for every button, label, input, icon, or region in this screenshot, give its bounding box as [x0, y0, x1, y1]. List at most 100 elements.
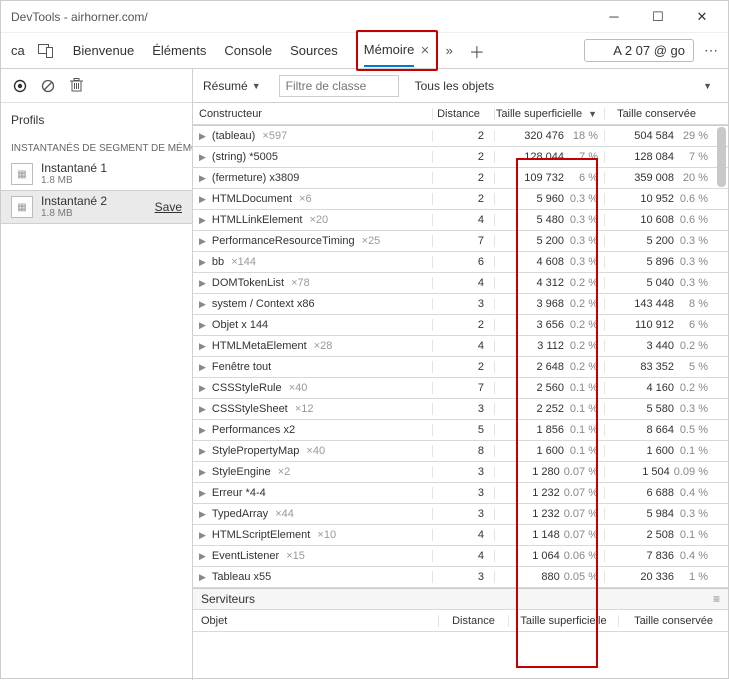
tab-elements[interactable]: Éléments: [152, 35, 206, 66]
add-tab-button[interactable]: ＋: [461, 39, 493, 63]
expand-icon[interactable]: ▶: [199, 320, 206, 331]
table-row[interactable]: ▶system / Context x8633 9680.2 %143 4488…: [193, 294, 728, 315]
table-row[interactable]: ▶(tableau) ×5972320 47618 %504 58429 %: [193, 126, 728, 147]
table-row[interactable]: ▶StyleEngine ×231 2800.07 %1 5040.09 %: [193, 462, 728, 483]
row-distance: 3: [432, 466, 494, 478]
table-row[interactable]: ▶EventListener ×1541 0640.06 %7 8360.4 %: [193, 546, 728, 567]
retainers-title: Serviteurs: [201, 592, 255, 606]
expand-icon[interactable]: ▶: [199, 278, 206, 289]
row-retained-pct: 0.6 %: [678, 193, 708, 205]
expand-icon[interactable]: ▶: [199, 131, 206, 142]
table-row[interactable]: ▶Fenêtre tout22 6480.2 %83 3525 %: [193, 357, 728, 378]
scrollbar-thumb[interactable]: [717, 127, 726, 187]
row-retained-pct: 20 %: [678, 172, 708, 184]
table-row[interactable]: ▶Objet x 14423 6560.2 %110 9126 %: [193, 315, 728, 336]
close-tab-icon[interactable]: ✕: [420, 44, 429, 57]
table-row[interactable]: ▶HTMLLinkElement ×2045 4800.3 %10 6080.6…: [193, 210, 728, 231]
row-name: Performances x2: [212, 424, 295, 436]
snapshot-2[interactable]: ▦ Instantané 2 1.8 MB Save: [1, 190, 192, 224]
maximize-button[interactable]: ☐: [636, 2, 680, 32]
row-retained-pct: 7 %: [678, 151, 708, 163]
expand-icon[interactable]: ▶: [199, 173, 206, 184]
table-row[interactable]: ▶CSSStyleRule ×4072 5600.1 %4 1600.2 %: [193, 378, 728, 399]
row-shallow-pct: 0.07 %: [564, 487, 598, 499]
device-toggle-icon[interactable]: [33, 38, 59, 64]
tab-sources[interactable]: Sources: [290, 35, 338, 66]
tab-memory[interactable]: Mémoire: [364, 34, 415, 67]
tab-console[interactable]: Console: [224, 35, 272, 66]
class-filter-input[interactable]: [279, 75, 399, 97]
more-tabs-icon[interactable]: »: [440, 43, 459, 58]
retainers-header[interactable]: Serviteurs ≡: [193, 588, 728, 610]
row-retained-pct: 0.3 %: [678, 277, 708, 289]
table-row[interactable]: ▶bb ×14464 6080.3 %5 8960.3 %: [193, 252, 728, 273]
expand-icon[interactable]: ▶: [199, 215, 206, 226]
window-title: DevTools - airhorner.com/: [11, 10, 592, 24]
col-constructor[interactable]: Constructeur: [193, 108, 432, 120]
row-shallow-val: 1 856: [536, 424, 564, 436]
row-retained-val: 143 448: [634, 298, 674, 310]
snapshot-1[interactable]: ▦ Instantané 1 1.8 MB: [1, 158, 192, 190]
trash-icon[interactable]: [67, 77, 85, 95]
row-retained-val: 83 352: [640, 361, 674, 373]
expand-icon[interactable]: ▶: [199, 551, 206, 562]
row-retained-pct: 0.1 %: [678, 529, 708, 541]
rcol-retained[interactable]: Taille conservée: [618, 615, 728, 627]
expand-icon[interactable]: ▶: [199, 509, 206, 520]
table-row[interactable]: ▶CSSStyleSheet ×1232 2520.1 %5 5800.3 %: [193, 399, 728, 420]
row-shallow-val: 109 732: [524, 172, 564, 184]
rcol-object[interactable]: Objet: [193, 615, 438, 627]
col-shallow[interactable]: Taille superficielle▼: [494, 108, 604, 120]
table-row[interactable]: ▶Performances x251 8560.1 %8 6640.5 %: [193, 420, 728, 441]
minimize-button[interactable]: ─: [592, 2, 636, 32]
table-row[interactable]: ▶(fermeture) x38092109 7326 %359 00820 %: [193, 168, 728, 189]
expand-icon[interactable]: ▶: [199, 572, 206, 583]
row-shallow-val: 5 960: [536, 193, 564, 205]
expand-icon[interactable]: ▶: [199, 530, 206, 541]
expand-icon[interactable]: ▶: [199, 236, 206, 247]
expand-icon[interactable]: ▶: [199, 341, 206, 352]
table-row[interactable]: ▶StylePropertyMap ×4081 6000.1 %1 6000.1…: [193, 441, 728, 462]
table-row[interactable]: ▶DOMTokenList ×7844 3120.2 %5 0400.3 %: [193, 273, 728, 294]
row-shallow-pct: 0.06 %: [564, 550, 598, 562]
address-display[interactable]: A 2 07 @ go: [584, 39, 694, 62]
table-row[interactable]: ▶PerformanceResourceTiming ×2575 2000.3 …: [193, 231, 728, 252]
rcol-distance[interactable]: Distance: [438, 615, 508, 627]
expand-icon[interactable]: ▶: [199, 467, 206, 478]
table-row[interactable]: ▶Tableau x5538800.05 %20 3361 %: [193, 567, 728, 588]
col-retained[interactable]: Taille conservée: [604, 108, 714, 120]
expand-icon[interactable]: ▶: [199, 152, 206, 163]
objects-dropdown[interactable]: Tous les objets ▼: [407, 75, 720, 97]
expand-icon[interactable]: ▶: [199, 446, 206, 457]
expand-icon[interactable]: ▶: [199, 257, 206, 268]
table-row[interactable]: ▶Erreur *4-431 2320.07 %6 6880.4 %: [193, 483, 728, 504]
row-distance: 6: [432, 256, 494, 268]
table-row[interactable]: ▶HTMLMetaElement ×2843 1120.2 %3 4400.2 …: [193, 336, 728, 357]
kebab-menu-icon[interactable]: ⋯: [704, 42, 718, 59]
table-row[interactable]: ▶HTMLDocument ×625 9600.3 %10 9520.6 %: [193, 189, 728, 210]
expand-icon[interactable]: ▶: [199, 194, 206, 205]
close-window-button[interactable]: ✕: [680, 2, 724, 32]
table-row[interactable]: ▶(string) *50052128 0447 %128 0847 %: [193, 147, 728, 168]
clear-icon[interactable]: [39, 77, 57, 95]
expand-icon[interactable]: ▶: [199, 425, 206, 436]
expand-icon[interactable]: ▶: [199, 362, 206, 373]
row-distance: 4: [432, 214, 494, 226]
view-dropdown[interactable]: Résumé ▼: [193, 75, 271, 97]
rcol-shallow[interactable]: Taille superficielle: [508, 615, 618, 627]
record-icon[interactable]: [11, 77, 29, 95]
save-link[interactable]: Save: [155, 200, 182, 214]
row-name: bb: [212, 256, 224, 268]
row-retained-pct: 5 %: [678, 361, 708, 373]
table-row[interactable]: ▶TypedArray ×4431 2320.07 %5 9840.3 %: [193, 504, 728, 525]
body-layout: Profils INSTANTANÉS DE SEGMENT DE MÉMOIR…: [1, 69, 728, 680]
expand-icon[interactable]: ▶: [199, 488, 206, 499]
row-shallow-val: 3 112: [537, 340, 564, 352]
col-distance[interactable]: Distance: [432, 108, 494, 120]
hamburger-icon[interactable]: ≡: [713, 592, 720, 606]
tab-welcome[interactable]: Bienvenue: [73, 35, 134, 66]
expand-icon[interactable]: ▶: [199, 383, 206, 394]
expand-icon[interactable]: ▶: [199, 404, 206, 415]
expand-icon[interactable]: ▶: [199, 299, 206, 310]
table-row[interactable]: ▶HTMLScriptElement ×1041 1480.07 %2 5080…: [193, 525, 728, 546]
